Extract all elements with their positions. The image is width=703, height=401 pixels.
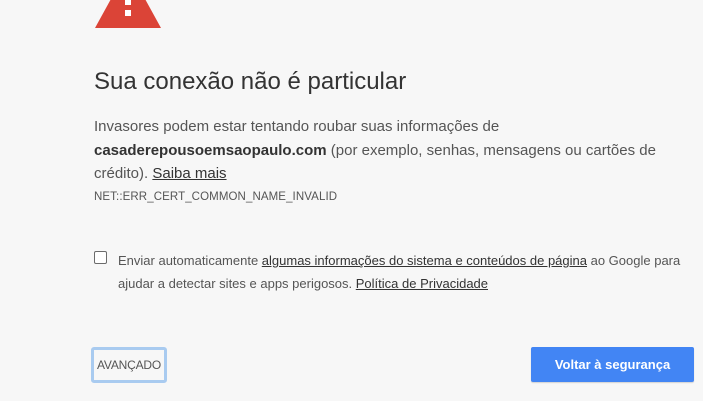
extended-reporting-checkbox[interactable] bbox=[94, 251, 107, 264]
learn-more-link[interactable]: Saiba mais bbox=[152, 165, 226, 182]
description-intro: Invasores podem estar tentando roubar su… bbox=[94, 118, 500, 135]
system-info-link[interactable]: algumas informações do sistema e conteúd… bbox=[262, 253, 587, 268]
error-code: NET::ERR_CERT_COMMON_NAME_INVALID bbox=[94, 191, 338, 203]
interstitial-page: Sua conexão não é particular Invasores p… bbox=[0, 0, 703, 401]
optin-text-before: Enviar automaticamente bbox=[118, 253, 262, 268]
error-description: Invasores podem estar tentando roubar su… bbox=[94, 115, 680, 186]
warning-triangle-icon bbox=[95, 0, 161, 28]
advanced-button[interactable]: AVANÇADO bbox=[91, 347, 167, 383]
page-title: Sua conexão não é particular bbox=[94, 68, 407, 95]
back-to-safety-button[interactable]: Voltar à segurança bbox=[531, 347, 694, 382]
optin-label: Enviar automaticamente algumas informaçõ… bbox=[118, 249, 688, 295]
privacy-policy-link[interactable]: Política de Privacidade bbox=[356, 276, 488, 291]
domain-name: casaderepousoemsaopaulo.com bbox=[94, 141, 327, 159]
